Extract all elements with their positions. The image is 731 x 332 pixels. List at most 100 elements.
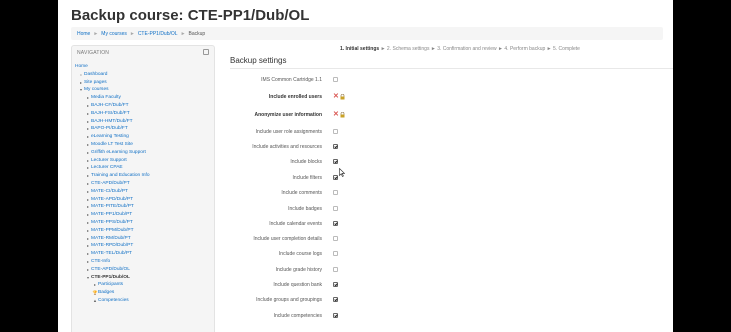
lock-icon[interactable] bbox=[340, 112, 345, 118]
breadcrumb-item[interactable]: Home bbox=[77, 31, 90, 37]
setting-checkbox[interactable] bbox=[333, 297, 338, 302]
nav-item[interactable]: ▸ Griffith eLearning Support bbox=[75, 149, 214, 157]
setting-label: Include calendar events bbox=[269, 221, 322, 227]
navigation-tree: Home • Dashboard ▸ Site pages ▾ My courses ▸ Med… bbox=[75, 63, 214, 305]
breadcrumb-item[interactable]: Backup bbox=[189, 31, 206, 37]
setting-label: Include question bank bbox=[273, 282, 322, 288]
nav-item[interactable]: ▸ MATE-PPS/Dub/PT bbox=[75, 219, 214, 227]
setting-row: Include calendar events bbox=[230, 219, 350, 229]
setting-label: Include user role assignments bbox=[255, 129, 322, 135]
nav-item[interactable]: ▸ CTE-Info bbox=[75, 258, 214, 266]
nav-item-label: Media Faculty bbox=[91, 95, 121, 101]
nav-item[interactable]: ▸ MATE-PP1/Dub/PT bbox=[75, 211, 214, 219]
nav-item[interactable]: • Dashboard bbox=[75, 71, 214, 79]
setting-label: Include filters bbox=[292, 175, 322, 181]
nav-item[interactable]: ▸ MATE-CI/Dub/PT bbox=[75, 188, 214, 196]
breadcrumb-item[interactable]: CTE-PP1/Dub/OL bbox=[138, 31, 178, 37]
breadcrumb: Home ► My courses ► CTE-PP1/Dub/OL ► Backup bbox=[71, 27, 663, 40]
nav-item[interactable]: ▸ CTE-APD/Dub/PT bbox=[75, 180, 214, 188]
setting-checkbox[interactable] bbox=[333, 282, 338, 287]
setting-label: Include groups and groupings bbox=[256, 297, 322, 303]
setting-label: Include comments bbox=[281, 190, 322, 196]
nav-item-label: CTE-APD/Dub/OL bbox=[91, 266, 130, 272]
lock-icon[interactable] bbox=[340, 94, 345, 100]
nav-item[interactable]: ▸ Lecturer Support bbox=[75, 157, 214, 165]
nav-item[interactable]: ▸ Participants bbox=[75, 281, 214, 289]
setting-checkbox[interactable] bbox=[333, 267, 338, 272]
setting-checkbox[interactable] bbox=[333, 313, 338, 318]
setting-label: Include user completion details bbox=[253, 236, 322, 242]
navigation-block: NAVIGATION Home • Dashboard ▸ Site pages ▾ My … bbox=[71, 45, 215, 332]
setting-label: Include enrolled users bbox=[268, 94, 322, 100]
nav-item[interactable]: ▸ BAJH-CF/Dub/FT bbox=[75, 102, 214, 110]
nav-item-label: MATE-PP1/Dub/PT bbox=[91, 212, 133, 218]
nav-item-label: MATE-PITE/Dub/PT bbox=[91, 204, 134, 210]
nav-item[interactable]: ▸ MATE-APD/Dub/PT bbox=[75, 196, 214, 204]
setting-checkbox[interactable] bbox=[333, 144, 338, 149]
setting-checkbox[interactable] bbox=[333, 77, 338, 82]
nav-item[interactable]: 🏆 Badges bbox=[75, 289, 214, 297]
nav-item-label: MATE-TEL/Dub/PT bbox=[91, 251, 132, 257]
breadcrumb-separator-icon: ► bbox=[180, 30, 186, 37]
nav-item[interactable]: ▸ Lecturer CPAE bbox=[75, 164, 214, 172]
setting-checkbox[interactable] bbox=[333, 236, 338, 241]
setting-row: Include comments bbox=[230, 188, 350, 198]
stepper-step: 5. Complete bbox=[553, 46, 580, 52]
nav-item[interactable]: ▸ MATE-RM/Dub/PT bbox=[75, 235, 214, 243]
setting-checkbox[interactable] bbox=[333, 129, 338, 134]
nav-item-label: MATE-PPS/Dub/PT bbox=[91, 219, 133, 225]
nav-item[interactable]: ▸ Site pages bbox=[75, 79, 214, 87]
nav-item[interactable]: ▸ Moodle LT Test Site bbox=[75, 141, 214, 149]
setting-row: Include user role assignments bbox=[230, 127, 350, 137]
nav-item[interactable]: ▾ CTE-PP1/Dub/OL bbox=[75, 274, 214, 282]
nav-item-label: Participants bbox=[98, 282, 124, 288]
nav-item[interactable]: ▸ MATE-RPD/Dub/PT bbox=[75, 242, 214, 250]
nav-item-label: Griffith eLearning Support bbox=[91, 149, 146, 155]
backup-stepper: 1. Initial settings ► 2. Schema settings… bbox=[340, 46, 580, 52]
stepper-step: 3. Confirmation and review bbox=[437, 46, 497, 52]
setting-row: Include user completion details bbox=[230, 234, 350, 244]
nav-item[interactable]: ▲ Competencies bbox=[75, 297, 214, 305]
section-divider bbox=[230, 68, 673, 69]
nav-item[interactable]: ▸ Media Faculty bbox=[75, 94, 214, 102]
nav-item[interactable]: ▸ CTE-APD/Dub/OL bbox=[75, 266, 214, 274]
breadcrumb-item[interactable]: My courses bbox=[101, 31, 127, 37]
block-menu-icon[interactable] bbox=[203, 49, 209, 55]
nav-item-label: Badges bbox=[98, 290, 115, 296]
setting-label: Include blocks bbox=[290, 159, 322, 165]
setting-checkbox[interactable] bbox=[333, 190, 338, 195]
navigation-header: NAVIGATION bbox=[77, 50, 110, 56]
setting-checkbox[interactable] bbox=[333, 159, 338, 164]
setting-checkbox[interactable] bbox=[333, 206, 338, 211]
nav-item[interactable]: ▸ MATE-PITE/Dub/PT bbox=[75, 203, 214, 211]
setting-row: Include badges bbox=[230, 204, 350, 214]
nav-item-label: Lecturer Support bbox=[91, 157, 127, 163]
nav-item[interactable]: ▸ MATE-TEL/Dub/PT bbox=[75, 250, 214, 258]
page-title: Backup course: CTE-PP1/Dub/OL bbox=[71, 7, 310, 24]
nav-item[interactable]: ▸ Training and Education Info bbox=[75, 172, 214, 180]
setting-row: Anonymize user information ✕ bbox=[230, 110, 350, 120]
nav-item-label: BAJH-HMT/Dub/FT bbox=[91, 118, 133, 124]
setting-checkbox[interactable] bbox=[333, 251, 338, 256]
stepper-step: 2. Schema settings bbox=[386, 46, 430, 52]
nav-item[interactable]: ▸ eLearning Testing bbox=[75, 133, 214, 141]
mouse-cursor-icon bbox=[339, 168, 345, 177]
nav-item[interactable]: ▸ MATE-PPM/Dub/PT bbox=[75, 227, 214, 235]
setting-row: IMS Common Cartridge 1.1 bbox=[230, 75, 350, 85]
setting-label: Include activities and resources bbox=[252, 144, 322, 150]
setting-checkbox[interactable] bbox=[333, 221, 338, 226]
nav-item-label: MATE-PPM/Dub/PT bbox=[91, 227, 134, 233]
stepper-separator-icon: ► bbox=[545, 46, 553, 52]
nav-item[interactable]: ▸ BAJH-FSI/Dub/FT bbox=[75, 110, 214, 118]
nav-item-label: Training and Education Info bbox=[91, 173, 150, 179]
nav-item[interactable]: ▸ BAJH-HMT/Dub/FT bbox=[75, 118, 214, 126]
nav-item-label: CTE-APD/Dub/PT bbox=[91, 180, 130, 186]
nav-item[interactable]: ▸ BAPO-PI/Dub/FT bbox=[75, 125, 214, 133]
nav-item-label: MATE-RM/Dub/PT bbox=[91, 235, 131, 241]
breadcrumb-separator-icon: ► bbox=[129, 30, 135, 37]
setting-checkbox[interactable] bbox=[333, 175, 338, 180]
nav-item-label: Site pages bbox=[84, 79, 107, 85]
nav-item[interactable]: ▾ My courses bbox=[75, 86, 214, 94]
nav-item[interactable]: Home bbox=[75, 63, 214, 71]
nav-item-label: MATE-CI/Dub/PT bbox=[91, 188, 128, 194]
